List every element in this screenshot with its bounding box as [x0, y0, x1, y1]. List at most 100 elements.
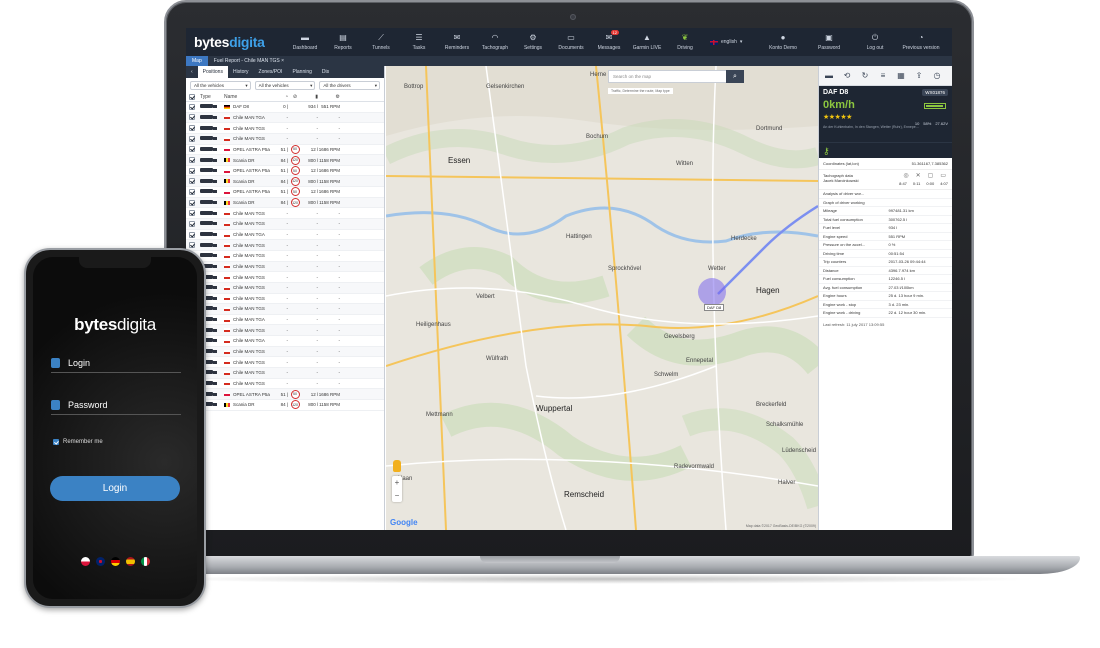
flag-pl-icon[interactable]: [80, 557, 90, 566]
nav-settings[interactable]: ⚙ Settings: [514, 28, 552, 56]
row-checkbox[interactable]: [189, 210, 195, 217]
vehicle-filter[interactable]: All the vehicles ▾: [254, 81, 316, 90]
nav-messages[interactable]: ✉ Messages 12: [590, 28, 628, 56]
table-row[interactable]: Scania DR 84 | 120 800 l 1158 RPM: [186, 197, 384, 209]
table-row[interactable]: Chile MAN TGS - - -: [186, 357, 384, 369]
row-checkbox[interactable]: [189, 188, 195, 195]
row-checkbox[interactable]: [189, 199, 195, 206]
grid-icon[interactable]: ▦: [895, 71, 907, 81]
table-row[interactable]: Chile MAN TGS - - -: [186, 251, 384, 262]
table-row[interactable]: Chile MAN TGA - - -: [186, 315, 384, 326]
row-checkbox[interactable]: [189, 242, 195, 249]
brand-logo[interactable]: bytesdigita: [186, 34, 286, 50]
login-field[interactable]: Login: [51, 353, 181, 373]
clock-icon[interactable]: ◷: [931, 71, 943, 81]
table-row[interactable]: Chile MAN TGS - - -: [186, 282, 384, 294]
login-button[interactable]: Login: [50, 476, 180, 501]
truck-icon[interactable]: ▬: [823, 71, 835, 81]
table-row[interactable]: OPEL ASTRA P5a 51 | 50 12 l 1686 RPM: [186, 389, 384, 400]
row-checkbox[interactable]: [189, 103, 195, 110]
table-row[interactable]: Scania DR 84 | 120 800 l 1158 RPM: [186, 176, 384, 188]
zoom-in-button[interactable]: +: [392, 476, 402, 489]
table-row[interactable]: Chile MAN TGS - - -: [186, 240, 384, 251]
remember-me-checkbox[interactable]: Remember me: [53, 439, 103, 445]
table-row[interactable]: Chile MAN TGS - - -: [186, 304, 384, 315]
table-row[interactable]: Scania DR 84 | 120 800 l 1158 RPM: [186, 155, 384, 166]
list-icon[interactable]: ≡: [877, 71, 889, 81]
nav-reminders[interactable]: ✉ Reminders: [438, 28, 476, 56]
table-row[interactable]: Chile MAN TGA - - -: [186, 112, 384, 124]
table-row[interactable]: Chile MAN TGS - - -: [186, 272, 384, 283]
refresh-icon[interactable]: ↻: [859, 71, 871, 81]
table-row[interactable]: DAF D8 0 | 934 l 551 RPM: [186, 102, 384, 113]
language-select[interactable]: english ▾: [704, 39, 760, 45]
row-checkbox[interactable]: [189, 146, 195, 153]
logout-button[interactable]: ⏻ Log out: [852, 28, 898, 56]
tab-zones-poi[interactable]: Zones/POI: [254, 66, 288, 78]
table-row[interactable]: Chile MAN TGS - - -: [186, 368, 384, 379]
password-field[interactable]: Password: [51, 395, 181, 415]
nav-dashboard[interactable]: ▬ Dashboard: [286, 28, 324, 56]
row-checkbox[interactable]: [189, 135, 195, 142]
nav-tachograph[interactable]: ◠ Tachograph: [476, 28, 514, 56]
map-view[interactable]: Search on the map ⌕ Traffic, Determine t…: [386, 66, 818, 530]
flag-it-icon[interactable]: [140, 557, 150, 566]
password-button[interactable]: ▣ Password: [806, 28, 852, 56]
table-row[interactable]: OPEL ASTRA P5a 51 | 50 12 l 1686 RPM: [186, 166, 384, 177]
row-checkbox[interactable]: [189, 125, 195, 132]
search-icon[interactable]: ⌕: [726, 70, 744, 83]
table-row[interactable]: Chile MAN TGS - - -: [186, 219, 384, 230]
vehicle-marker[interactable]: [698, 278, 726, 306]
table-row[interactable]: Chile MAN TGS - - -: [186, 133, 384, 145]
map-search-input[interactable]: Search on the map: [608, 70, 744, 83]
select-all-checkbox[interactable]: [189, 94, 195, 100]
table-row[interactable]: Scania DR 84 | 120 800 l 1158 RPM: [186, 400, 384, 411]
tab-fuel-report[interactable]: Fuel Report - Chile MAN TGS ×: [208, 56, 290, 66]
tab-history[interactable]: History: [228, 66, 254, 78]
flag-de-icon[interactable]: [110, 557, 120, 566]
table-row[interactable]: OPEL ASTRA P5a 51 | 50 12 l 1686 RPM: [186, 144, 384, 156]
table-row[interactable]: Chile MAN TGS - - -: [186, 208, 384, 220]
tab-planning[interactable]: Planning: [287, 66, 316, 78]
table-row[interactable]: OPEL ASTRA P5a 51 | 50 12 l 1686 RPM: [186, 187, 384, 198]
row-checkbox[interactable]: [189, 220, 195, 227]
table-row[interactable]: Chile MAN TGS - - -: [186, 294, 384, 305]
vehicle-group-filter[interactable]: All the vehicles ▾: [190, 81, 251, 90]
phone-notch: [79, 257, 151, 268]
previous-version-button[interactable]: ◔ Previous version: [898, 28, 944, 56]
table-row[interactable]: Chile MAN TGS - - -: [186, 346, 384, 358]
table-row[interactable]: Chile MAN TGA - - -: [186, 230, 384, 241]
row-checkbox[interactable]: [189, 114, 195, 121]
share-icon[interactable]: ⇪: [913, 71, 925, 81]
street-view-icon[interactable]: [393, 460, 401, 472]
country-flag-icon: [224, 168, 230, 173]
details-toolbar: ▬ ⟲ ↻ ≡ ▦ ⇪ ◷: [819, 66, 952, 86]
zoom-out-button[interactable]: −: [392, 489, 402, 502]
table-row[interactable]: Chile MAN TGS - - -: [186, 325, 384, 337]
flag-uk-icon[interactable]: [95, 557, 105, 566]
row-checkbox[interactable]: [189, 178, 195, 185]
speed-cell: 0 |: [283, 104, 288, 110]
table-row[interactable]: Chile MAN TGS - - -: [186, 379, 384, 390]
flag-es-icon[interactable]: [125, 557, 135, 566]
nav-driving[interactable]: ❦ Driving: [666, 28, 704, 56]
collapse-arrow-icon[interactable]: ‹: [186, 66, 198, 78]
account-button[interactable]: ● Konto Demo: [760, 28, 806, 56]
table-row[interactable]: Chile MAN TGA - - -: [186, 336, 384, 347]
nav-documents[interactable]: ▭ Documents: [552, 28, 590, 56]
nav-reports[interactable]: ▤ Reports: [324, 28, 362, 56]
vehicle-name-cell: Chile MAN TGA: [224, 232, 272, 237]
row-checkbox[interactable]: [189, 231, 195, 238]
tab-dis[interactable]: Dis: [317, 66, 334, 78]
row-checkbox[interactable]: [189, 157, 195, 164]
table-row[interactable]: Chile MAN TGS - - -: [186, 123, 384, 134]
table-row[interactable]: Chile MAN TGS - - -: [186, 261, 384, 273]
nav-garmin-live[interactable]: ▲ Garmin LIVE: [628, 28, 666, 56]
driver-filter[interactable]: All the drivers ▾: [319, 81, 381, 90]
tab-positions[interactable]: Positions: [197, 66, 228, 78]
row-checkbox[interactable]: [189, 167, 195, 174]
tab-map[interactable]: Map: [186, 56, 208, 66]
nav-tasks[interactable]: ☰ Tasks: [400, 28, 438, 56]
route-icon[interactable]: ⟲: [841, 71, 853, 81]
nav-tunnels[interactable]: ⟋ Tunnels: [362, 28, 400, 56]
